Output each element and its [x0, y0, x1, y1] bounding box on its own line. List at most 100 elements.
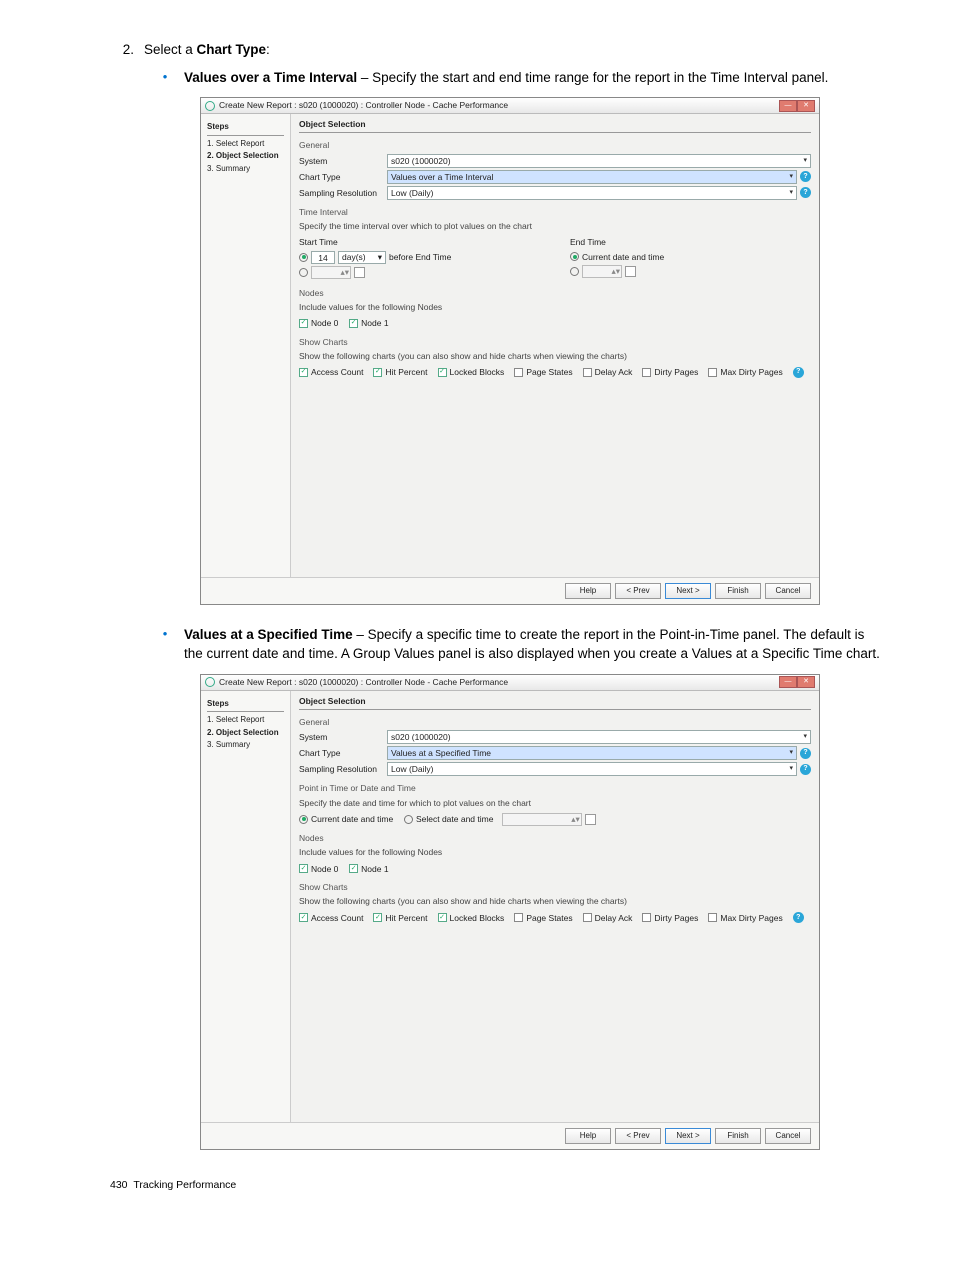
prev-button[interactable]: < Prev [615, 583, 661, 599]
app-icon [205, 101, 215, 111]
label-node0: Node 0 [311, 317, 338, 329]
app-icon [205, 677, 215, 687]
help-icon[interactable]: ? [800, 171, 811, 182]
close-button[interactable]: ✕ [797, 100, 815, 112]
bullet-text: Values over a Time Interval – Specify th… [184, 68, 884, 88]
chevron-down-icon: ▾ [803, 156, 807, 166]
dialog-footer: Help < Prev Next > Finish Cancel [201, 577, 819, 604]
date-spinner[interactable]: ▴▾ [582, 265, 622, 278]
checkbox-node1[interactable] [349, 864, 358, 873]
help-icon[interactable]: ? [800, 187, 811, 198]
checkbox-access-count[interactable] [299, 913, 308, 922]
help-button[interactable]: Help [565, 1128, 611, 1144]
next-button[interactable]: Next > [665, 1128, 711, 1144]
radio-current-end[interactable] [570, 252, 579, 261]
system-combo[interactable]: s020 (1000020) ▾ [387, 154, 811, 168]
page-number: 430 [110, 1179, 128, 1191]
wizard-step-2[interactable]: 2. Object Selection [207, 727, 284, 739]
date-spinner[interactable]: ▴▾ [502, 813, 582, 826]
relative-unit-combo[interactable]: day(s)▾ [338, 251, 386, 264]
finish-button[interactable]: Finish [715, 1128, 761, 1144]
radio-pit-select[interactable] [404, 815, 413, 824]
label-node1: Node 1 [361, 863, 388, 875]
label-node0: Node 0 [311, 863, 338, 875]
relative-amount-input[interactable]: 14 [311, 251, 335, 264]
checkbox-hit-percent[interactable] [373, 913, 382, 922]
close-button[interactable]: ✕ [797, 676, 815, 688]
wizard-step-3[interactable]: 3. Summary [207, 163, 284, 175]
help-icon[interactable]: ? [793, 912, 804, 923]
checkbox-page-states[interactable] [514, 368, 523, 377]
footer-section: Tracking Performance [133, 1179, 236, 1191]
wizard-step-1[interactable]: 1. Select Report [207, 714, 284, 726]
radio-absolute-start[interactable] [299, 268, 308, 277]
wizard-step-2[interactable]: 2. Object Selection [207, 150, 284, 162]
label-page-states: Page States [526, 912, 572, 924]
checkbox-delay-ack[interactable] [583, 368, 592, 377]
show-charts-desc: Show the following charts (you can also … [299, 350, 811, 362]
dialog-blank-area [299, 379, 811, 569]
checkbox-access-count[interactable] [299, 368, 308, 377]
label-end-time: End Time [570, 236, 811, 248]
checkbox-delay-ack[interactable] [583, 913, 592, 922]
bullet-item: • Values over a Time Interval – Specify … [154, 68, 884, 88]
wizard-step-3[interactable]: 3. Summary [207, 739, 284, 751]
radio-absolute-end[interactable] [570, 267, 579, 276]
calendar-icon[interactable] [585, 814, 596, 825]
help-icon[interactable]: ? [800, 748, 811, 759]
label-max-dirty-pages: Max Dirty Pages [720, 912, 782, 924]
checkbox-dirty-pages[interactable] [642, 368, 651, 377]
section-point-in-time: Point in Time or Date and Time [299, 782, 811, 794]
help-button[interactable]: Help [565, 583, 611, 599]
label-chart-type: Chart Type [299, 747, 387, 759]
steps-header: Steps [207, 118, 284, 136]
step-number: 2. [110, 40, 144, 60]
relative-unit-value: day(s) [342, 251, 366, 263]
radio-relative-start[interactable] [299, 253, 308, 262]
checkbox-node1[interactable] [349, 319, 358, 328]
minimize-button[interactable]: — [779, 100, 797, 112]
checkbox-locked-blocks[interactable] [438, 913, 447, 922]
chart-options: Access Count Hit Percent Locked Blocks P… [299, 366, 811, 378]
system-combo[interactable]: s020 (1000020)▾ [387, 730, 811, 744]
step-text-a: Select a [144, 42, 197, 57]
calendar-icon[interactable] [354, 267, 365, 278]
wizard-steps-sidebar: Steps 1. Select Report 2. Object Selecti… [201, 691, 291, 1122]
checkbox-locked-blocks[interactable] [438, 368, 447, 377]
calendar-icon[interactable] [625, 266, 636, 277]
prev-button[interactable]: < Prev [615, 1128, 661, 1144]
checkbox-hit-percent[interactable] [373, 368, 382, 377]
step-text: Select a Chart Type: [144, 40, 884, 60]
window-buttons: — ✕ [779, 100, 815, 112]
cancel-button[interactable]: Cancel [765, 1128, 811, 1144]
bullet-rest: – Specify the start and end time range f… [357, 70, 828, 85]
label-hit-percent: Hit Percent [385, 912, 427, 924]
wizard-step-1[interactable]: 1. Select Report [207, 138, 284, 150]
sampling-combo[interactable]: Low (Daily)▾ [387, 186, 797, 200]
checkbox-max-dirty-pages[interactable] [708, 913, 717, 922]
help-icon[interactable]: ? [793, 367, 804, 378]
cancel-button[interactable]: Cancel [765, 583, 811, 599]
checkbox-max-dirty-pages[interactable] [708, 368, 717, 377]
chevron-down-icon: ▾ [803, 732, 807, 742]
date-spinner[interactable]: ▴▾ [311, 266, 351, 279]
checkbox-dirty-pages[interactable] [642, 913, 651, 922]
checkbox-node0[interactable] [299, 319, 308, 328]
sampling-combo[interactable]: Low (Daily)▾ [387, 762, 797, 776]
minimize-button[interactable]: — [779, 676, 797, 688]
checkbox-node0[interactable] [299, 864, 308, 873]
chart-type-combo[interactable]: Values over a Time Interval▾ [387, 170, 797, 184]
dialog-main: Object Selection General System s020 (10… [291, 114, 819, 576]
finish-button[interactable]: Finish [715, 583, 761, 599]
label-delay-ack: Delay Ack [595, 912, 633, 924]
dialog-title: Create New Report : s020 (1000020) : Con… [219, 676, 779, 688]
dialog-footer: Help < Prev Next > Finish Cancel [201, 1122, 819, 1149]
radio-pit-current[interactable] [299, 815, 308, 824]
system-value: s020 (1000020) [391, 155, 451, 167]
chart-type-value: Values at a Specified Time [391, 747, 491, 759]
checkbox-page-states[interactable] [514, 913, 523, 922]
next-button[interactable]: Next > [665, 583, 711, 599]
dialog-titlebar: Create New Report : s020 (1000020) : Con… [201, 675, 819, 691]
chart-type-combo[interactable]: Values at a Specified Time▾ [387, 746, 797, 760]
help-icon[interactable]: ? [800, 764, 811, 775]
